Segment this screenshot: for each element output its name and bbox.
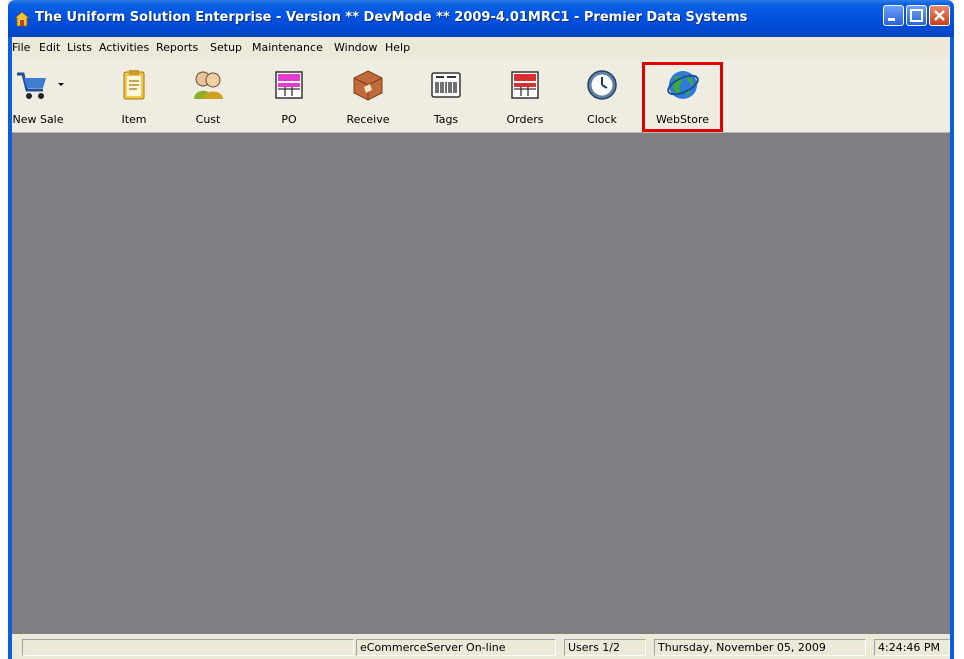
- close-icon: [934, 10, 945, 21]
- maximize-button[interactable]: [906, 5, 927, 26]
- toolbar-clock-button[interactable]: Clock: [576, 62, 628, 130]
- menu-edit[interactable]: Edit: [39, 41, 60, 54]
- toolbar: New Sale Item Cust PO Receive Tags Order…: [8, 58, 954, 133]
- orders-icon: [511, 71, 539, 99]
- clipboard-icon: [123, 70, 145, 100]
- menu-setup[interactable]: Setup: [210, 41, 242, 54]
- customers-icon: [194, 71, 223, 99]
- menu-bar: File Edit Lists Activities Reports Setup…: [8, 37, 954, 58]
- status-panel-blank: [22, 639, 354, 656]
- toolbar-label: Clock: [587, 113, 617, 126]
- menu-activities[interactable]: Activities: [99, 41, 149, 54]
- toolbar-po-button[interactable]: PO: [263, 62, 315, 130]
- toolbar-receive-button[interactable]: Receive: [340, 62, 396, 130]
- shopping-cart-icon: [17, 72, 46, 99]
- toolbar-label: PO: [281, 113, 297, 126]
- toolbar-label: WebStore: [655, 113, 710, 126]
- window-title: The Uniform Solution Enterprise - Versio…: [35, 10, 748, 25]
- menu-lists[interactable]: Lists: [67, 41, 92, 54]
- chevron-down-icon[interactable]: [57, 82, 65, 88]
- menu-reports[interactable]: Reports: [156, 41, 198, 54]
- toolbar-orders-button[interactable]: Orders: [497, 62, 553, 130]
- mdi-client-area[interactable]: [8, 133, 954, 634]
- menu-window[interactable]: Window: [334, 41, 377, 54]
- menu-maintenance[interactable]: Maintenance: [252, 41, 323, 54]
- barcode-tag-icon: [431, 72, 461, 98]
- package-icon: [353, 70, 383, 101]
- purchase-order-icon: [275, 71, 303, 99]
- window-border-left: [8, 37, 12, 659]
- toolbar-label: Item: [121, 113, 147, 126]
- menu-help[interactable]: Help: [385, 41, 410, 54]
- toolbar-label: New Sale: [12, 113, 64, 126]
- status-bar: eCommerceServer On-line Users 1/2 Thursd…: [8, 634, 954, 659]
- toolbar-cust-button[interactable]: Cust: [182, 62, 234, 130]
- status-time: 4:24:46 PM: [874, 639, 950, 656]
- status-server: eCommerceServer On-line: [356, 639, 556, 656]
- toolbar-webstore-button[interactable]: WebStore: [642, 62, 723, 132]
- minimize-icon: [888, 18, 895, 21]
- toolbar-label: Receive: [346, 113, 390, 126]
- toolbar-label: Tags: [433, 113, 459, 126]
- app-icon: [14, 11, 30, 27]
- toolbar-new-sale-button[interactable]: New Sale: [8, 62, 68, 130]
- status-date: Thursday, November 05, 2009: [654, 639, 866, 656]
- app-window: The Uniform Solution Enterprise - Versio…: [8, 0, 954, 659]
- close-button[interactable]: [929, 5, 950, 26]
- minimize-button[interactable]: [883, 5, 904, 26]
- toolbar-label: Orders: [506, 113, 544, 126]
- toolbar-label: Cust: [195, 113, 221, 126]
- menu-file[interactable]: File: [12, 41, 30, 54]
- window-border-right: [950, 37, 954, 659]
- title-bar[interactable]: The Uniform Solution Enterprise - Versio…: [8, 0, 954, 37]
- status-users: Users 1/2: [564, 639, 646, 656]
- toolbar-tags-button[interactable]: Tags: [420, 62, 472, 130]
- clock-icon: [587, 70, 617, 100]
- toolbar-item-button[interactable]: Item: [108, 62, 160, 130]
- maximize-icon: [910, 9, 923, 22]
- globe-icon: [666, 71, 699, 99]
